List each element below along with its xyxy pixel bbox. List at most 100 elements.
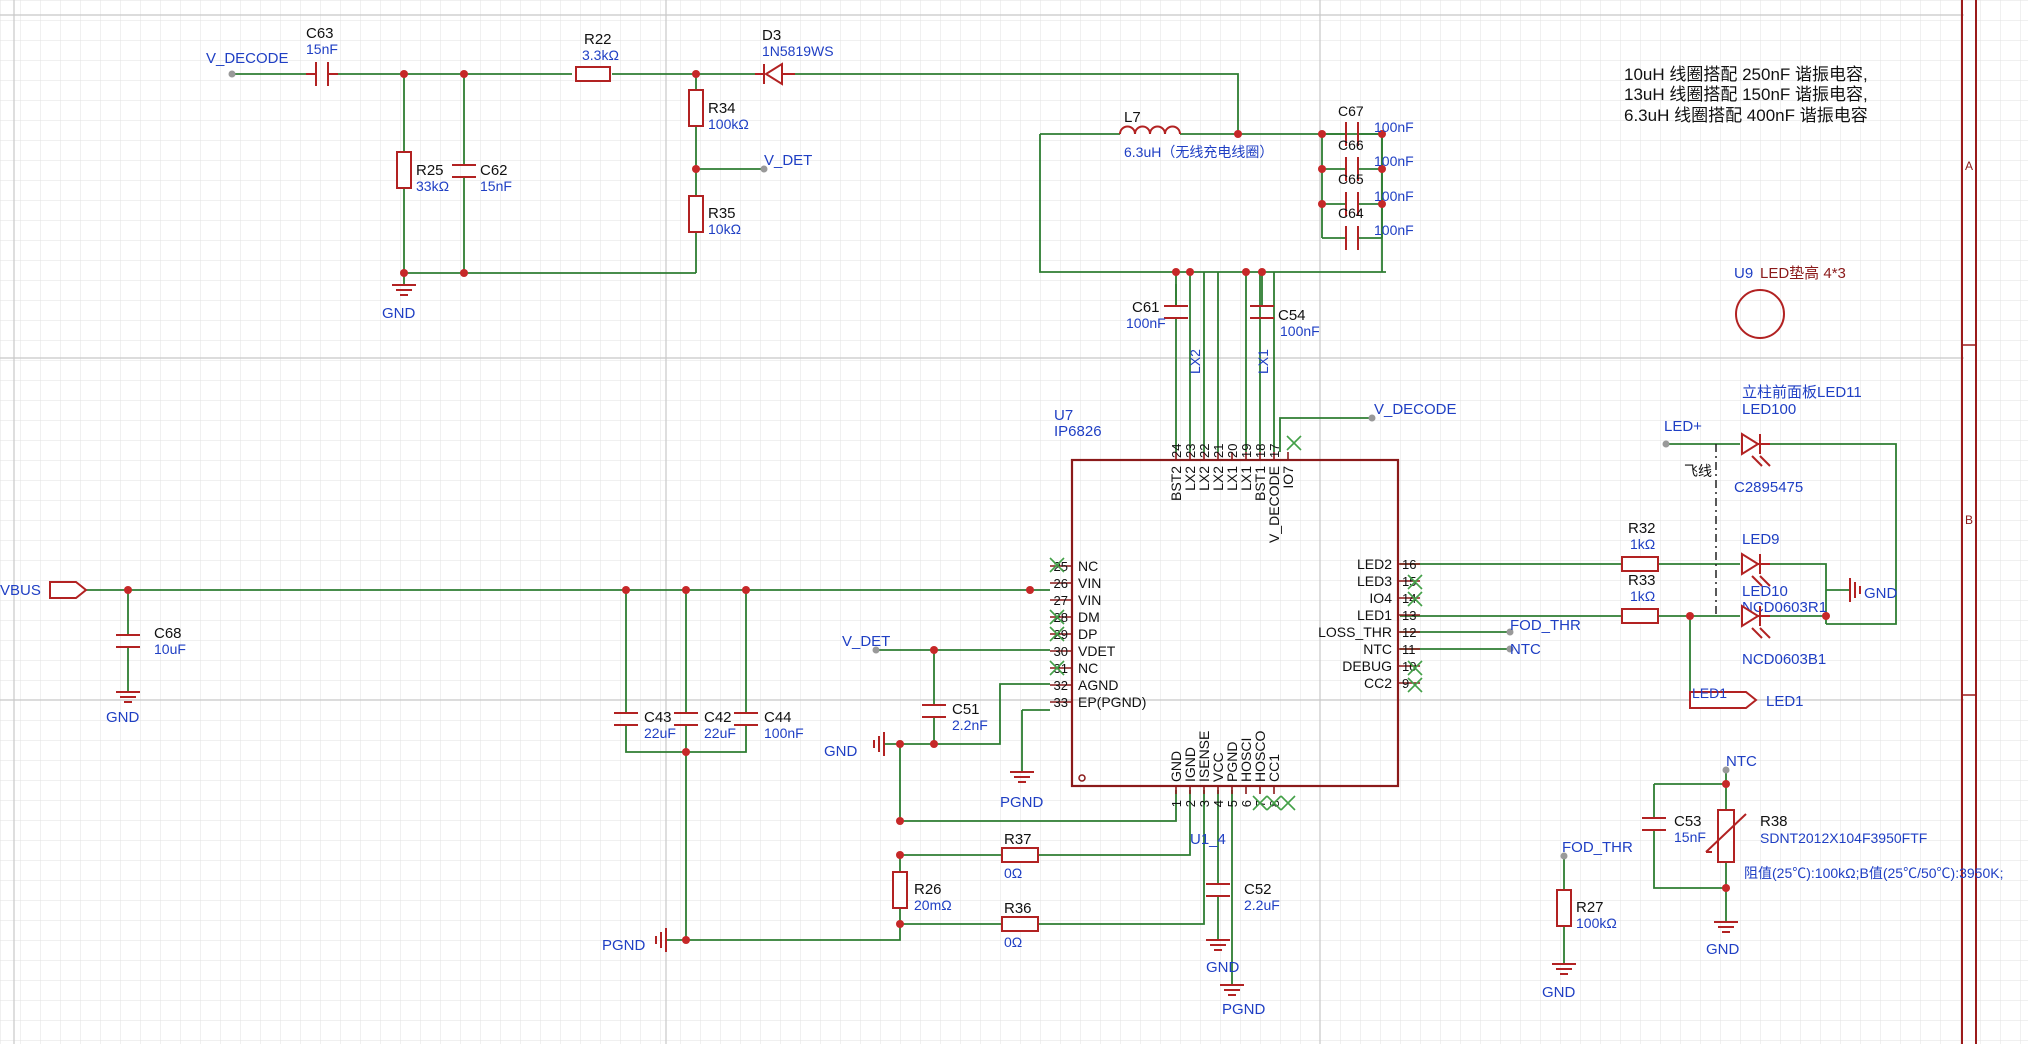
net-label-v-decode-top: V_DECODE <box>206 50 289 67</box>
r26-ref: R26 <box>914 881 942 898</box>
net-label-ntc-ic: NTC <box>1510 641 1541 658</box>
r36-ref: R36 <box>1004 900 1032 917</box>
c68-ref: C68 <box>154 625 182 642</box>
ic-left-pin-4-name: DP <box>1078 626 1097 642</box>
r25-value: 33kΩ <box>416 178 449 194</box>
ic-bottom-pin-4-number: 5 <box>1225 800 1240 807</box>
note-line-3: 6.3uH 线圈搭配 400nF 谐振电容 <box>1624 106 1868 125</box>
c61-ref: C61 <box>1132 299 1160 316</box>
ic-right-pin-4-number: 12 <box>1402 625 1416 640</box>
net-label-ntc: NTC <box>1726 753 1757 770</box>
c65-value: 100nF <box>1374 188 1414 204</box>
net-label-v-det-ic: V_DET <box>842 633 890 650</box>
c43-value: 22uF <box>644 725 676 741</box>
ic-bottom-pin-5-number: 6 <box>1239 800 1254 807</box>
ic-left-pin-5-number: 30 <box>1054 644 1068 659</box>
ic-right-pin-0-name: LED2 <box>1357 556 1392 572</box>
ic-bottom-pin-3-number: 4 <box>1211 800 1226 807</box>
ic-bottom-pin-1-number: 2 <box>1183 800 1198 807</box>
ic-right-pin-7-name: CC2 <box>1364 675 1392 691</box>
net-label-u1-4: U1_4 <box>1190 831 1226 848</box>
ic-top-pin-7-number: 17 <box>1267 444 1282 458</box>
led10-value: NCD0603B1 <box>1742 651 1826 668</box>
r38-value: SDNT2012X104F3950FTF <box>1760 830 1927 846</box>
c51-ref: C51 <box>952 701 980 718</box>
c43-ref: C43 <box>644 709 672 726</box>
d3-ref: D3 <box>762 27 781 44</box>
ic-part: IP6826 <box>1054 423 1102 440</box>
c62-ref: C62 <box>480 162 508 179</box>
r32-value: 1kΩ <box>1630 536 1655 552</box>
net-label-fod-thr: FOD_THR <box>1562 839 1633 856</box>
c54-ref: C54 <box>1278 307 1306 324</box>
c64-value: 100nF <box>1374 222 1414 238</box>
c42-value: 22uF <box>704 725 736 741</box>
ic-left-pin-2-number: 27 <box>1054 593 1068 608</box>
r35-value: 10kΩ <box>708 221 741 237</box>
led9-ref: LED9 <box>1742 531 1780 548</box>
pgnd-label-bottom: PGND <box>1222 1001 1266 1018</box>
ic-left-pin-8-name: EP(PGND) <box>1078 694 1146 710</box>
gnd-label-c52: GND <box>1206 959 1240 976</box>
c67-ref: C67 <box>1338 103 1364 119</box>
l7-value: 6.3uH（无线充电线圈） <box>1124 144 1273 160</box>
r22-value: 3.3kΩ <box>582 47 619 63</box>
ic-left-pin-0-name: NC <box>1078 558 1098 574</box>
ic-right-pin-5-number: 11 <box>1402 642 1416 657</box>
c52-value: 2.2uF <box>1244 897 1280 913</box>
r34-ref: R34 <box>708 100 736 117</box>
net-label-lx2: LX2 <box>1187 349 1203 374</box>
note-line-2: 13uH 线圈搭配 150nF 谐振电容, <box>1624 85 1868 104</box>
net-label-lx1: LX1 <box>1255 349 1271 374</box>
ic-top-pin-5-number: 19 <box>1239 444 1254 458</box>
r25-ref: R25 <box>416 162 444 179</box>
c61-value: 100nF <box>1126 315 1166 331</box>
ic-top-pin-6-number: 18 <box>1253 444 1268 458</box>
gnd-label-top: GND <box>382 305 416 322</box>
net-label-v-decode-ic: V_DECODE <box>1374 401 1457 418</box>
ic-left-pin-7-name: AGND <box>1078 677 1118 693</box>
ic-right-pin-5-name: NTC <box>1363 641 1392 657</box>
led10-ref: LED10 <box>1742 583 1788 600</box>
r38-spec: 阻值(25℃):100kΩ;B值(25℃/50℃):3950K; <box>1744 865 2003 881</box>
ic-top-pin-1-number: 23 <box>1183 444 1198 458</box>
c64-ref: C64 <box>1338 205 1364 221</box>
net-label-v-det-top: V_DET <box>764 152 812 169</box>
design-notes: 10uH 线圈搭配 250nF 谐振电容, 13uH 线圈搭配 150nF 谐振… <box>1624 65 1868 125</box>
ic-left-pin-2-name: VIN <box>1078 592 1101 608</box>
led11-part: C2895475 <box>1734 479 1803 496</box>
frame-zone-b: B <box>1965 513 1973 527</box>
net-label-led1: LED1 <box>1766 693 1804 710</box>
gnd-label-r27: GND <box>1542 984 1576 1001</box>
flywire-label: 飞线 <box>1684 463 1712 479</box>
ic-right-pin-2-name: IO4 <box>1369 590 1392 606</box>
r22-ref: R22 <box>584 31 612 48</box>
ic-left-pin-3-name: DM <box>1078 609 1100 625</box>
vbus-port <box>49 581 88 599</box>
r33-value: 1kΩ <box>1630 588 1655 604</box>
r33-ref: R33 <box>1628 572 1656 589</box>
r37-ref: R37 <box>1004 831 1032 848</box>
ic-right-pin-0-number: 16 <box>1402 557 1416 572</box>
r35-ref: R35 <box>708 205 736 222</box>
c44-value: 100nF <box>764 725 804 741</box>
c44-ref: C44 <box>764 709 792 726</box>
c52-ref: C52 <box>1244 881 1272 898</box>
ic-bottom-pin-7-name: CC1 <box>1266 754 1282 782</box>
net-label-led1-port: LED1 <box>1692 685 1727 701</box>
r27-ref: R27 <box>1576 899 1604 916</box>
net-label-fod-thr-ic: FOD_THR <box>1510 617 1581 634</box>
r36-value: 0Ω <box>1004 934 1022 950</box>
c67-value: 100nF <box>1374 119 1414 135</box>
ic-bottom-pin-2-number: 3 <box>1197 800 1212 807</box>
led11-ref: 立柱前面板LED11 <box>1742 383 1862 401</box>
ic-top-pin-8-name: IO7 <box>1280 466 1296 489</box>
net-label-vbus: VBUS <box>0 582 41 599</box>
ic-right-pin-4-name: LOSS_THR <box>1318 624 1392 640</box>
ic-right-pin-3-number: 13 <box>1402 608 1416 623</box>
ic-right-pin-1-name: LED3 <box>1357 573 1392 589</box>
c53-value: 15nF <box>1674 829 1706 845</box>
ic-ref: U7 <box>1054 407 1073 424</box>
pgnd-label-left: PGND <box>602 937 646 954</box>
gnd-label-led: GND <box>1864 585 1898 602</box>
